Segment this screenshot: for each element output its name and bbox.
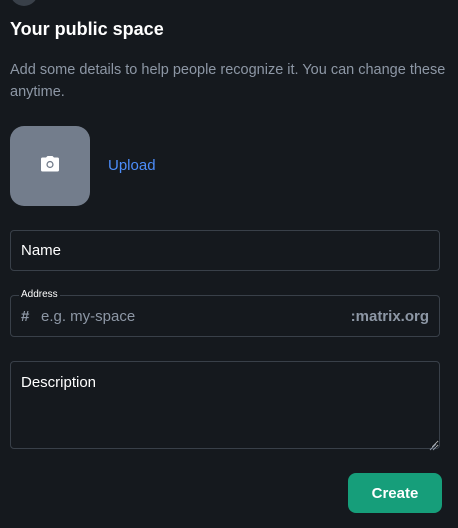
address-domain-suffix: :matrix.org [350,307,429,325]
address-input[interactable] [41,296,351,336]
dialog-title: Your public space [10,19,164,39]
name-input[interactable] [11,231,439,270]
name-field-wrapper [10,230,440,271]
address-label: Address [19,289,60,301]
description-textarea[interactable] [11,362,439,448]
address-field-wrapper: Address # :matrix.org [10,289,440,337]
back-button[interactable] [10,0,38,6]
upload-link[interactable]: Upload [108,157,156,174]
address-hash-prefix: # [21,307,30,325]
camera-icon [40,155,60,177]
avatar-upload-tile[interactable] [10,126,90,206]
create-button[interactable]: Create [348,473,442,513]
resize-grip-icon[interactable] [429,438,437,451]
description-field-wrapper [10,361,440,451]
dialog-subtitle: Add some details to help people recogniz… [10,62,446,100]
